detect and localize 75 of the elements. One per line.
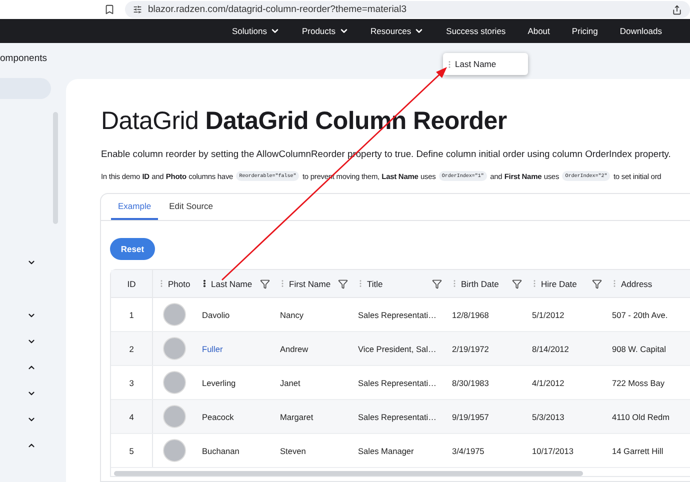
column-header[interactable]: Address bbox=[606, 270, 690, 297]
column-header[interactable]: Title bbox=[352, 270, 446, 297]
url-text: blazor.radzen.com/datagrid-column-reorder?theme=material3 bbox=[148, 4, 408, 15]
table-cell: 3 bbox=[111, 366, 153, 399]
table-cell-text: 5/3/2013 bbox=[531, 410, 566, 424]
tab[interactable]: Edit Source bbox=[162, 194, 220, 220]
nav-link[interactable]: Resources bbox=[370, 26, 424, 36]
avatar bbox=[163, 371, 186, 394]
column-header[interactable]: ID bbox=[111, 270, 153, 297]
table-cell-text: 10/17/2013 bbox=[531, 444, 575, 458]
column-header[interactable]: Hire Date bbox=[526, 270, 606, 297]
column-label: Last Name bbox=[455, 59, 496, 69]
nav-link[interactable]: About bbox=[528, 26, 550, 36]
nav-link[interactable]: Pricing bbox=[572, 26, 598, 36]
table-cell-text: Leverling bbox=[201, 376, 237, 390]
table-cell-text: Sales Representati… bbox=[357, 410, 438, 424]
table-cell-text: 9/19/1957 bbox=[451, 410, 490, 424]
table-cell-text: Nancy bbox=[279, 308, 305, 322]
table-cell-text: Janet bbox=[279, 376, 302, 390]
filter-icon[interactable] bbox=[432, 278, 442, 288]
filter-icon[interactable] bbox=[512, 278, 522, 288]
table-cell-text: Sales Manager bbox=[357, 444, 415, 458]
filter-icon[interactable] bbox=[592, 278, 602, 288]
avatar bbox=[163, 337, 186, 360]
table-cell-text: Margaret bbox=[279, 410, 314, 424]
avatar bbox=[163, 303, 186, 326]
filter-icon[interactable] bbox=[338, 278, 348, 288]
bookmark-icon[interactable] bbox=[104, 4, 115, 15]
table-cell-text: 5/1/2012 bbox=[531, 308, 566, 322]
table-cell-text: 4/1/2012 bbox=[531, 376, 566, 390]
table-cell-text: Sales Representati… bbox=[357, 308, 438, 322]
table-cell-text: Sales Representati… bbox=[357, 376, 438, 390]
share-icon[interactable] bbox=[672, 4, 682, 14]
avatar bbox=[163, 405, 186, 428]
table-cell: 4 bbox=[111, 400, 153, 433]
chevron-down-icon bbox=[338, 26, 349, 36]
column-header[interactable]: Photo bbox=[153, 270, 196, 297]
filter-icon[interactable] bbox=[260, 278, 270, 288]
nav-link[interactable]: Solutions bbox=[232, 26, 280, 36]
address-bar[interactable]: blazor.radzen.com/datagrid-column-reorder?theme=material3 bbox=[125, 1, 690, 18]
column-header[interactable]: First Name bbox=[274, 270, 352, 297]
table-cell-text: 14 Garrett Hill bbox=[611, 444, 664, 458]
table-cell-text: Andrew bbox=[279, 342, 310, 356]
table-cell-text: 8/14/2012 bbox=[531, 342, 570, 356]
chevron-down-icon bbox=[270, 26, 280, 36]
nav-link[interactable]: Downloads bbox=[620, 26, 662, 36]
nav-link[interactable]: Products bbox=[302, 26, 349, 36]
scrollbar-thumb[interactable] bbox=[53, 112, 58, 224]
table-cell-text: 507 - 20th Ave. bbox=[611, 308, 669, 322]
table-cell-text: 3/4/1975 bbox=[451, 444, 486, 458]
site-settings-icon[interactable] bbox=[133, 5, 142, 14]
reset-button[interactable]: Reset bbox=[110, 238, 155, 260]
chevron-down-icon bbox=[414, 26, 424, 36]
table-cell-text: Fuller bbox=[201, 342, 224, 356]
horizontal-scrollbar[interactable] bbox=[114, 471, 583, 476]
sidebar-heading: omponents bbox=[0, 53, 48, 64]
table-cell: 5 bbox=[111, 434, 153, 467]
tab[interactable]: Example bbox=[111, 194, 158, 220]
table-cell-text: Vice President, Sal… bbox=[357, 342, 438, 356]
table-cell-text: Davolio bbox=[201, 308, 231, 322]
column-header[interactable]: Last Name bbox=[196, 270, 274, 297]
table-cell-text: Peacock bbox=[201, 410, 235, 424]
table-cell-text: 908 W. Capital bbox=[611, 342, 667, 356]
table-cell-text: 12/8/1968 bbox=[451, 308, 490, 322]
column-header[interactable]: Birth Date bbox=[446, 270, 526, 297]
nav-link[interactable]: Success stories bbox=[446, 26, 506, 36]
avatar bbox=[163, 439, 186, 462]
table-cell: 2 bbox=[111, 332, 153, 365]
table-cell-text: 4110 Old Redm bbox=[611, 410, 670, 424]
table-cell-text: 8/30/1983 bbox=[451, 376, 490, 390]
table-cell-text: Steven bbox=[279, 444, 307, 458]
table-cell: 1 bbox=[111, 298, 153, 331]
table-cell-text: 722 Moss Bay bbox=[611, 376, 666, 390]
table-cell-text: Buchanan bbox=[201, 444, 240, 458]
table-cell-text: 2/19/1972 bbox=[451, 342, 490, 356]
